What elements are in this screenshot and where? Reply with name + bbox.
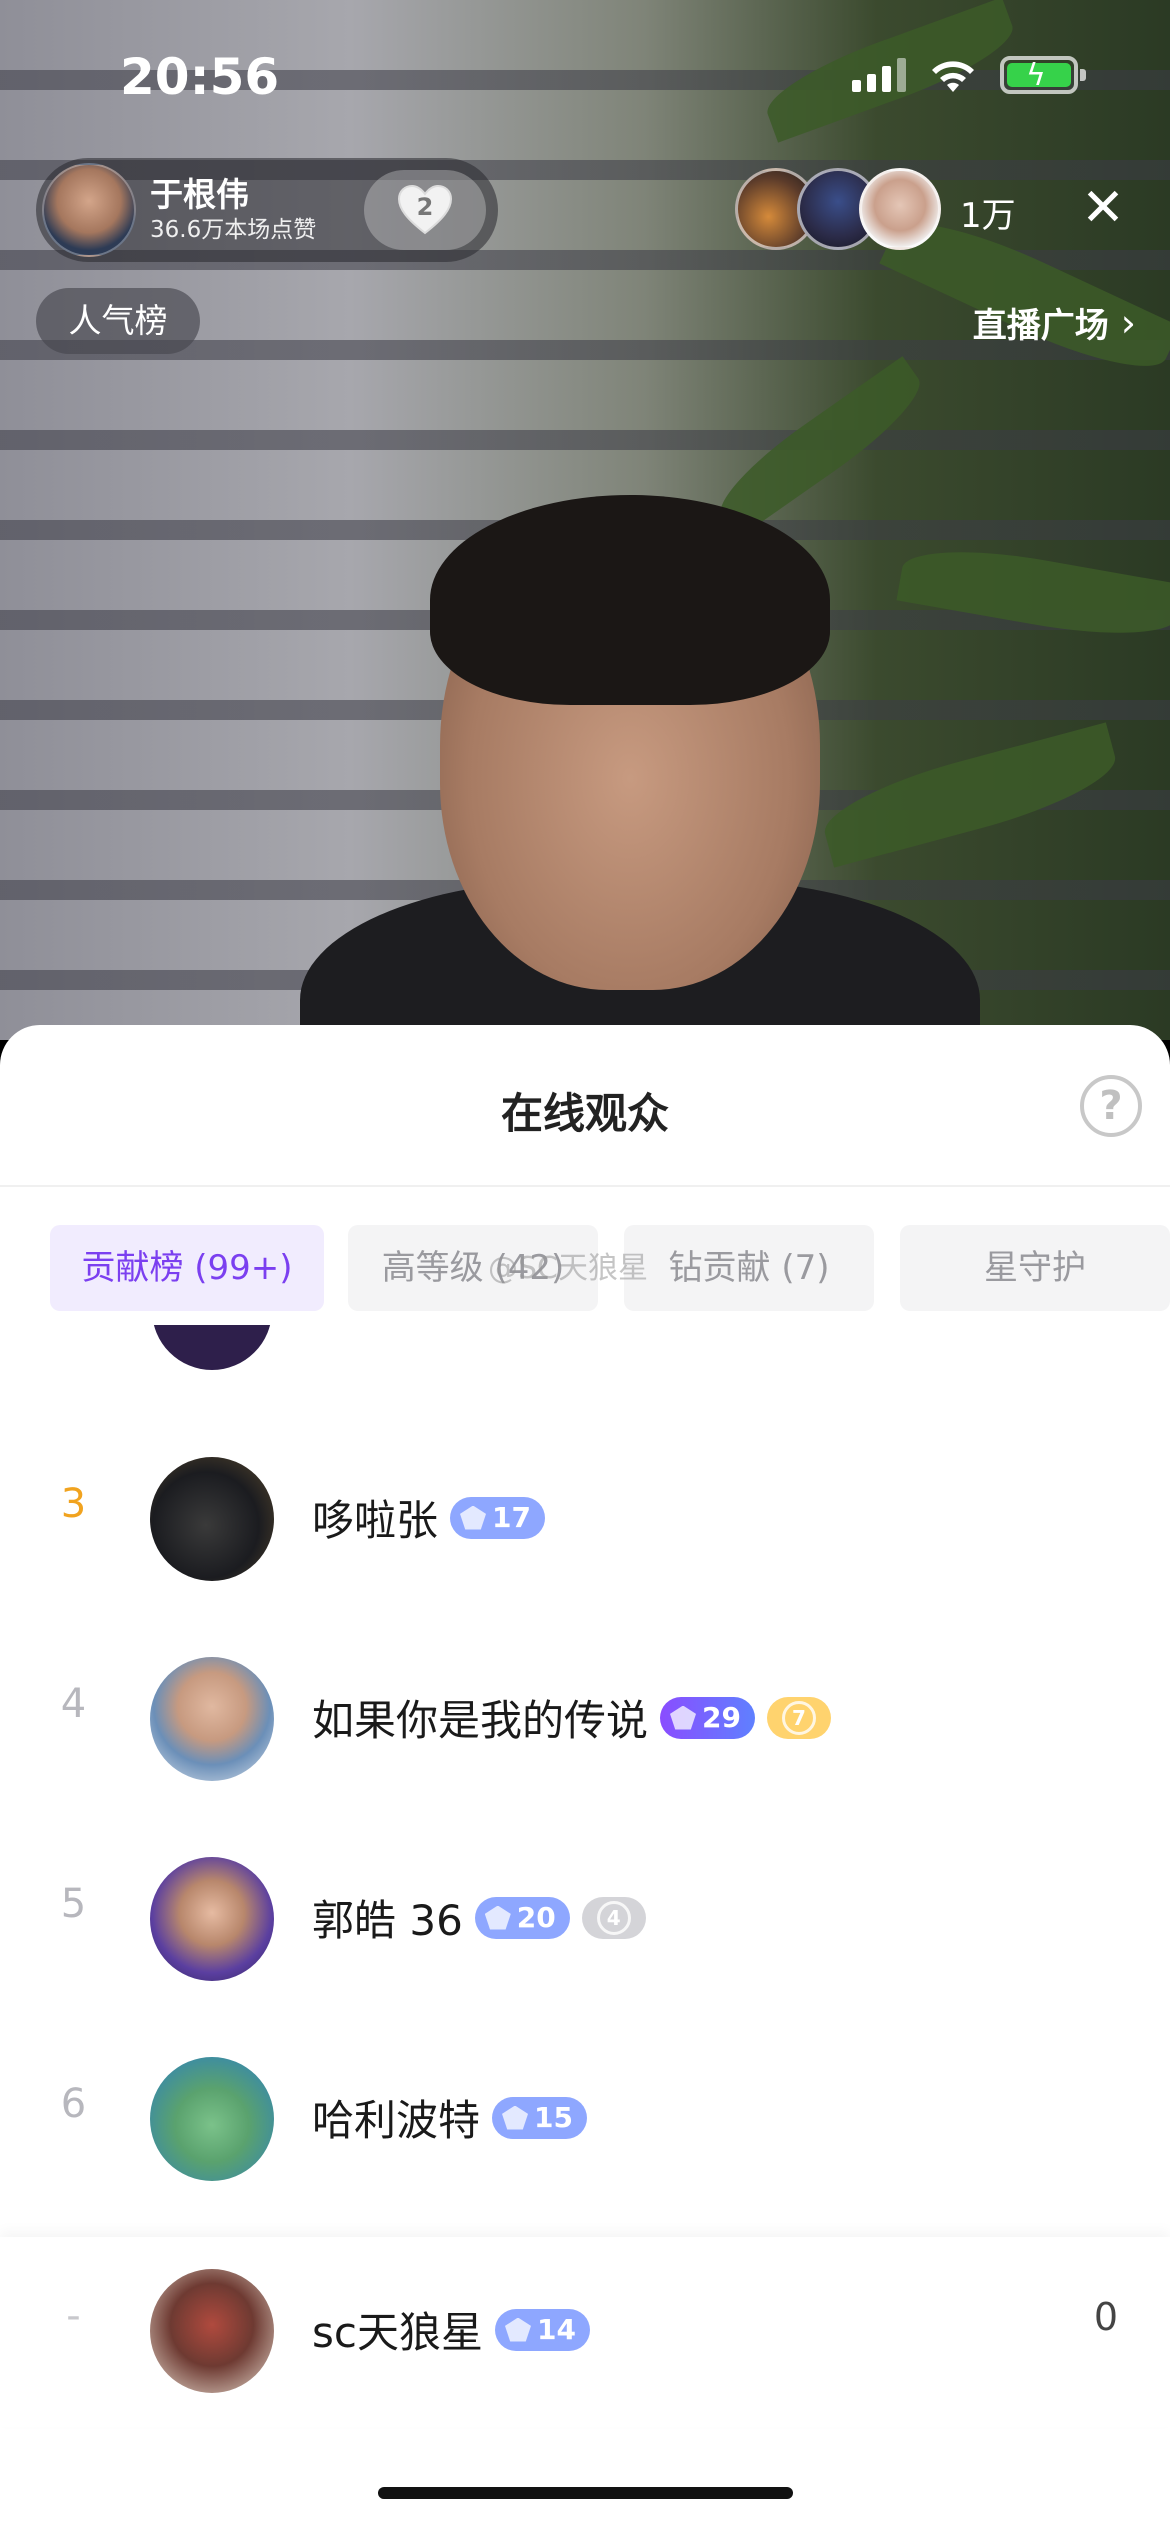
username: 郭皓 36 [312,1896,463,1945]
viewer-count[interactable]: 1万 [960,188,1016,237]
username: 如果你是我的传说 [312,1696,649,1745]
avatar[interactable] [150,2269,274,2393]
plant-leaf [896,536,1170,649]
home-indicator[interactable] [378,2487,793,2499]
gem-icon [484,1905,511,1930]
rank-number: 6 [60,2081,87,2127]
host-likes: 36.6万本场点赞 [150,217,317,243]
host-info-capsule[interactable]: 于根伟 36.6万本场点赞 2 [36,158,498,262]
user-line: 郭皓 36 20 4 [312,1887,646,1948]
my-ranking-row[interactable]: - sc天狼星 14 0 [0,2237,1170,2427]
user-line: 哈利波特 15 [312,2087,587,2148]
status-time: 20:56 [120,48,280,106]
avatar[interactable] [150,2057,274,2181]
level-value: 14 [536,2313,576,2346]
rank-number: 3 [60,1481,87,1527]
gem-icon [502,2105,529,2130]
live-plaza-link[interactable]: 直播广场 › [973,298,1136,347]
fan-badge-value: 7 [781,1700,816,1735]
level-value: 17 [492,1501,531,1534]
host-avatar[interactable] [42,163,136,257]
rank-number: 4 [60,1681,87,1727]
avatar[interactable] [150,1657,274,1781]
contribution-score: 0 [1093,2295,1118,2339]
tab-contribution[interactable]: 贡献榜 (99+) [50,1225,324,1311]
watermark: @SC天狼星 [488,1251,648,1286]
level-badge: 29 [660,1696,755,1739]
fan-badge-value: 4 [596,1900,631,1935]
streamer-hair [430,495,830,705]
avatar[interactable] [152,1325,272,1370]
host-text: 于根伟 36.6万本场点赞 [150,175,316,245]
host-name: 于根伟 [150,175,249,214]
list-item[interactable]: 3 哆啦张 17 [0,1437,1170,1597]
gem-icon [460,1505,487,1530]
username: sc天狼星 [312,2308,483,2357]
live-plaza-label: 直播广场 [972,306,1109,346]
close-icon[interactable]: ✕ [1075,180,1131,236]
sheet-title: 在线观众 [500,1089,669,1138]
level-value: 29 [702,1701,741,1734]
tab-diamond-contribution[interactable]: 钻贡献 (7) [624,1225,874,1311]
avatar[interactable] [150,1457,274,1581]
live-video[interactable] [0,0,1170,1040]
like-badge-count: 2 [416,193,434,221]
list-item[interactable]: 5 郭皓 36 20 4 [0,1837,1170,1997]
fan-badge: 7 [766,1696,831,1739]
level-value: 20 [516,1901,556,1934]
battery-icon: ϟ [1000,56,1086,94]
tab-star-guard[interactable]: 星守护 [900,1225,1170,1311]
list-item[interactable]: 6 哈利波特 15 [0,2037,1170,2197]
level-value: 15 [534,2101,573,2134]
level-badge: 15 [492,2096,587,2139]
popularity-rank-button[interactable]: 人气榜 [36,288,200,354]
divider [0,1185,1170,1187]
ranking-list[interactable]: 3 哆啦张 17 4 如果你是我的传说 29 7 5 郭皓 36 20 4 6 … [0,1325,1170,2260]
viewer-avatar[interactable] [859,168,941,250]
list-item[interactable]: 4 如果你是我的传说 29 7 [0,1637,1170,1797]
avatar[interactable] [150,1857,274,1981]
username: 哆啦张 [312,1496,439,1545]
online-audience-sheet: 在线观众 ? 贡献榜 (99+) 高等级 (42) 钻贡献 (7) 星守护 @S… [0,1025,1170,2532]
list-item[interactable]: - sc天狼星 14 [0,2249,1170,2409]
user-line: 哆啦张 17 [312,1487,545,1548]
rank-number: 5 [60,1881,87,1927]
heart-icon: 2 [397,184,453,235]
like-button[interactable]: 2 [364,170,486,250]
chevron-right-icon: › [1120,300,1136,345]
level-badge: 20 [474,1896,570,1939]
help-icon[interactable]: ? [1080,1075,1142,1137]
user-line: sc天狼星 14 [312,2299,590,2360]
status-icons: ϟ [852,56,1086,94]
user-line: 如果你是我的传说 29 7 [312,1687,831,1748]
plant-leaf [816,722,1124,868]
cellular-signal-icon [852,58,906,92]
username: 哈利波特 [312,2096,481,2145]
fan-badge: 4 [581,1896,646,1939]
level-badge: 17 [450,1496,545,1539]
gem-icon [504,2317,531,2342]
rank-number: - [66,2293,81,2339]
viewer-avatars[interactable] [735,168,941,250]
wifi-icon [932,61,974,92]
gem-icon [670,1705,697,1730]
level-badge: 14 [494,2308,590,2351]
